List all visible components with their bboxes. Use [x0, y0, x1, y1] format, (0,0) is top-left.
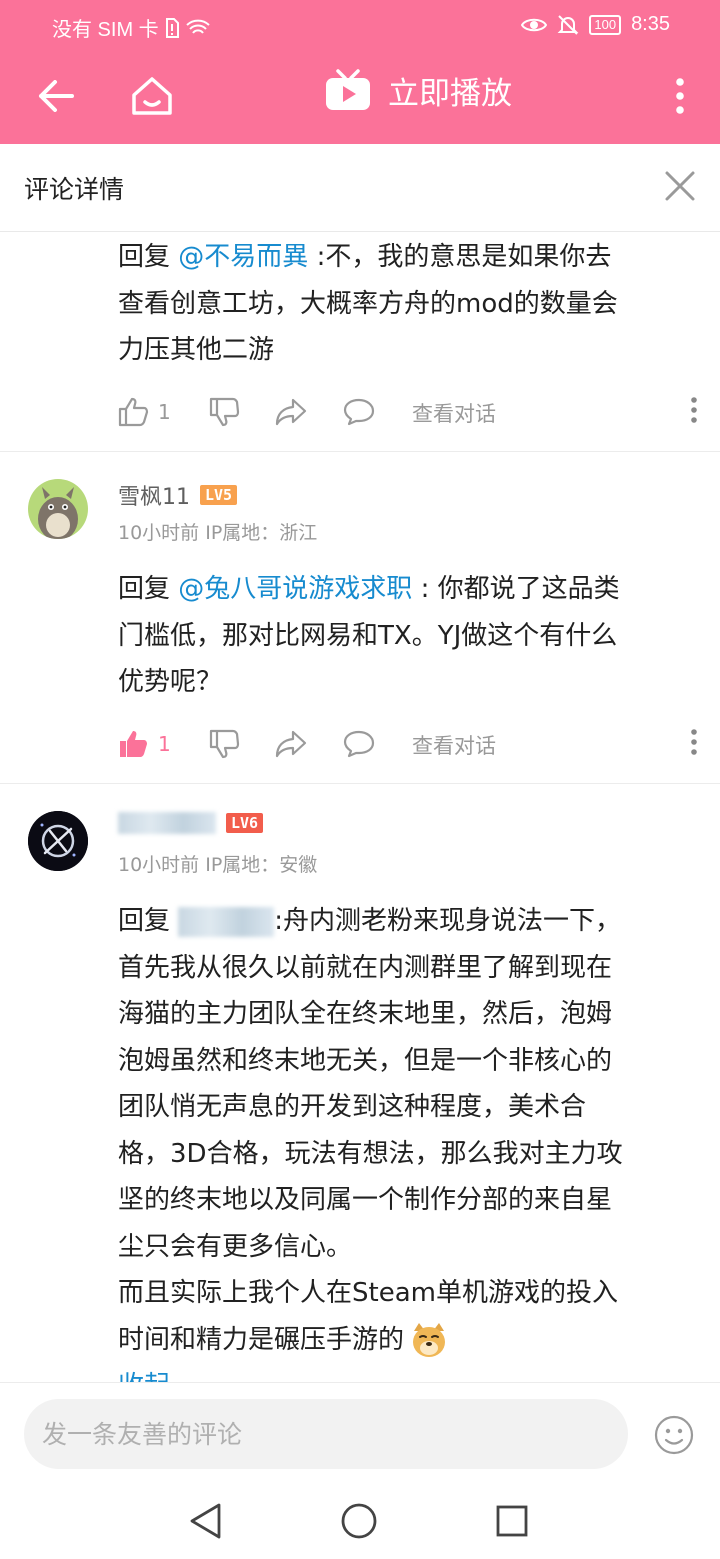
- back-button[interactable]: [26, 66, 86, 126]
- thumb-down-icon: [209, 397, 239, 427]
- comment-more-button[interactable]: [690, 396, 698, 428]
- home-button[interactable]: [122, 66, 182, 126]
- share-button[interactable]: [275, 398, 307, 426]
- tv-play-icon: [326, 68, 370, 110]
- comment-item: 雪枫11 LV5 10小时前 IP属地：浙江 回复 @兔八哥说游戏求职 : 你都…: [0, 452, 720, 784]
- comment-item: LV6 10小时前 IP属地：安徽 回复 :舟内测老粉来现身说法一下， 首先我从…: [0, 784, 720, 1382]
- comment-detail-header: 评论详情: [0, 144, 720, 232]
- dislike-button[interactable]: [209, 397, 241, 427]
- doge-emoji-icon: [413, 1322, 446, 1357]
- back-arrow-icon: [39, 80, 74, 112]
- view-conversation-link[interactable]: 查看对话: [412, 398, 496, 428]
- mute-bell-icon: [557, 14, 579, 35]
- wifi-icon: [185, 19, 210, 34]
- clock: 8:35: [631, 13, 670, 35]
- comment-item: 回复 @不易而異 :不，我的意思是如果你去 查看创意工坊，大概率方舟的mod的数…: [0, 232, 720, 452]
- comment-more-button[interactable]: [690, 728, 698, 760]
- user-info: 雪枫11 LV5: [118, 479, 238, 511]
- level-badge: LV6: [226, 813, 264, 833]
- eye-icon: [521, 18, 548, 31]
- thumb-up-icon: [118, 397, 149, 427]
- share-icon: [275, 730, 306, 758]
- avatar[interactable]: [28, 479, 88, 539]
- like-count: 1: [158, 732, 171, 756]
- blurred-mention: [178, 906, 275, 937]
- overflow-menu-button[interactable]: [650, 66, 710, 126]
- share-icon: [275, 398, 306, 426]
- thumb-up-filled-icon: [120, 731, 147, 757]
- nav-back-icon[interactable]: [188, 1502, 224, 1540]
- battery-icon: 100: [589, 14, 622, 35]
- emoji-icon: [654, 1415, 694, 1455]
- more-vert-icon: [676, 78, 684, 114]
- reply-button[interactable]: [343, 398, 375, 426]
- more-vert-icon: [691, 397, 697, 423]
- comment-list[interactable]: 回复 @不易而異 :不，我的意思是如果你去 查看创意工坊，大概率方舟的mod的数…: [0, 232, 720, 1382]
- mention-link[interactable]: @不易而異: [178, 242, 308, 272]
- play-now-button[interactable]: 立即播放: [324, 68, 512, 113]
- emoji-button[interactable]: [654, 1415, 694, 1455]
- thumb-down-icon: [209, 729, 239, 759]
- username[interactable]: 雪枫11: [118, 479, 190, 511]
- nav-recents-icon[interactable]: [495, 1504, 529, 1538]
- comment-meta: 10小时前 IP属地：安徽: [118, 854, 318, 876]
- comment-actions: 1 查看对话: [118, 392, 698, 432]
- mention-link[interactable]: @兔八哥说游戏求职: [178, 574, 412, 604]
- status-bar: 没有 SIM 卡 100 8:35: [0, 0, 720, 50]
- like-button[interactable]: 1: [118, 397, 171, 427]
- more-vert-icon: [691, 729, 697, 755]
- sim-icon: [165, 17, 179, 38]
- dislike-button[interactable]: [209, 729, 241, 759]
- collapse-link[interactable]: 收起: [118, 1363, 698, 1382]
- comment-actions: 1 查看对话: [118, 724, 698, 764]
- comment-input-bar: [0, 1382, 720, 1486]
- app-bar: 立即播放: [0, 50, 720, 144]
- dark-avatar-icon: [28, 811, 88, 871]
- comment-icon: [343, 730, 374, 758]
- comment-body: 回复 :舟内测老粉来现身说法一下， 首先我从很久以前就在内测群里了解到现在 海猫…: [118, 898, 698, 1382]
- share-button[interactable]: [275, 730, 307, 758]
- like-count: 1: [158, 400, 171, 424]
- comment-icon: [343, 398, 374, 426]
- carrier-text: 没有 SIM 卡: [52, 19, 159, 41]
- comment-input[interactable]: [24, 1399, 628, 1469]
- play-now-label: 立即播放: [388, 76, 512, 112]
- like-button[interactable]: 1: [118, 729, 171, 759]
- view-conversation-link[interactable]: 查看对话: [412, 730, 496, 760]
- system-navigation-bar: [0, 1486, 720, 1559]
- blurred-username: [118, 812, 216, 834]
- home-icon: [132, 77, 172, 115]
- comment-body: 回复 @兔八哥说游戏求职 : 你都说了这品类 门槛低，那对比网易和TX。YJ做这…: [118, 574, 620, 697]
- close-button[interactable]: [658, 164, 702, 208]
- user-info: LV6: [118, 812, 264, 834]
- close-icon: [665, 171, 695, 201]
- reply-button[interactable]: [343, 730, 375, 758]
- totoro-avatar-icon: [28, 479, 88, 539]
- comment-body: 回复 @不易而異 :不，我的意思是如果你去 查看创意工坊，大概率方舟的mod的数…: [118, 242, 618, 365]
- sheet-title: 评论详情: [24, 175, 125, 204]
- nav-home-icon[interactable]: [340, 1502, 378, 1540]
- level-badge: LV5: [200, 485, 238, 505]
- comment-meta: 10小时前 IP属地：浙江: [118, 522, 318, 544]
- avatar[interactable]: [28, 811, 88, 871]
